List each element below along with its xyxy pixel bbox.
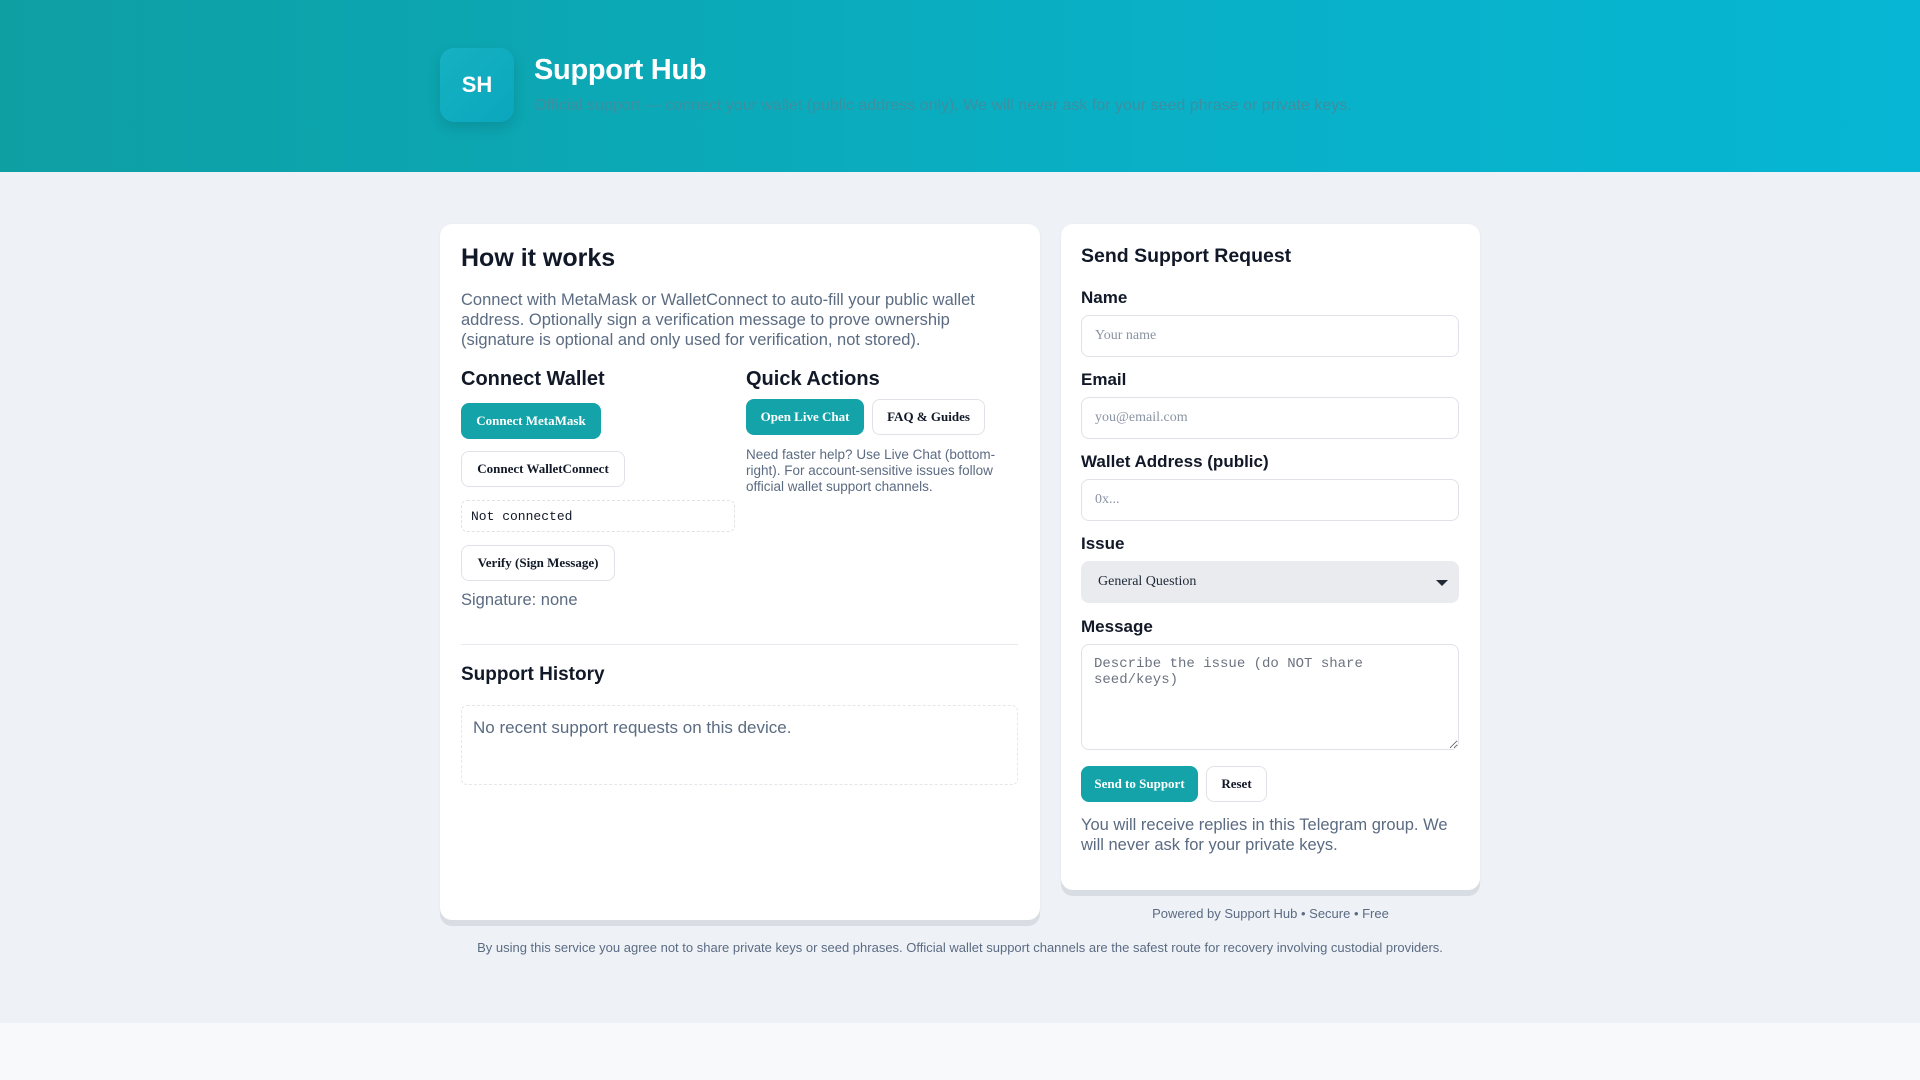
issue-selected-value: General Question: [1098, 574, 1197, 589]
support-history-title: Support History: [461, 664, 605, 685]
divider: [461, 644, 1018, 645]
open-live-chat-button[interactable]: Open Live Chat: [746, 399, 864, 435]
powered-by-text: Powered by Support Hub • Secure • Free: [1152, 906, 1389, 921]
how-it-works-title: How it works: [461, 244, 616, 272]
connect-wallet-title: Connect Wallet: [461, 368, 605, 390]
email-input[interactable]: [1081, 397, 1459, 439]
connect-metamask-button[interactable]: Connect MetaMask: [461, 403, 601, 439]
page-subtitle: Official support — connect your wallet (…: [534, 97, 1352, 114]
issue-label: Issue: [1081, 534, 1125, 553]
page-title: Support Hub: [534, 54, 707, 86]
message-textarea[interactable]: [1081, 644, 1459, 750]
signature-status: Signature: none: [461, 591, 578, 609]
connect-walletconnect-button[interactable]: Connect WalletConnect: [461, 451, 625, 487]
reset-button[interactable]: Reset: [1206, 766, 1267, 802]
logo-initials: SH: [461, 72, 493, 97]
how-it-works-description: Connect with MetaMask or WalletConnect t…: [461, 291, 975, 349]
email-label: Email: [1081, 370, 1127, 389]
wallet-status: Not connected: [461, 500, 735, 532]
name-label: Name: [1081, 288, 1128, 307]
support-history-list: No recent support requests on this devic…: [461, 705, 1018, 785]
send-to-support-button[interactable]: Send to Support: [1081, 766, 1198, 802]
chevron-down-icon: [1436, 580, 1448, 586]
wallet-address-label: Wallet Address (public): [1081, 452, 1269, 471]
name-input[interactable]: [1081, 315, 1459, 357]
message-label: Message: [1081, 617, 1153, 636]
verify-sign-button[interactable]: Verify (Sign Message): [461, 545, 615, 581]
disclaimer-text: By using this service you agree not to s…: [477, 940, 1443, 955]
page-header: SH Support Hub Official support — connec…: [0, 0, 1920, 172]
reply-note: You will receive replies in this Telegra…: [1081, 816, 1448, 854]
form-title: Send Support Request: [1081, 245, 1292, 267]
quick-actions-note: Need faster help? Use Live Chat (bottom-…: [746, 447, 996, 494]
issue-select[interactable]: General Question: [1081, 561, 1459, 603]
logo: SH: [440, 48, 514, 122]
quick-actions-title: Quick Actions: [746, 368, 880, 390]
wallet-address-input[interactable]: [1081, 479, 1459, 521]
faq-guides-button[interactable]: FAQ & Guides: [872, 399, 985, 435]
bottom-strip: [0, 1023, 1920, 1080]
